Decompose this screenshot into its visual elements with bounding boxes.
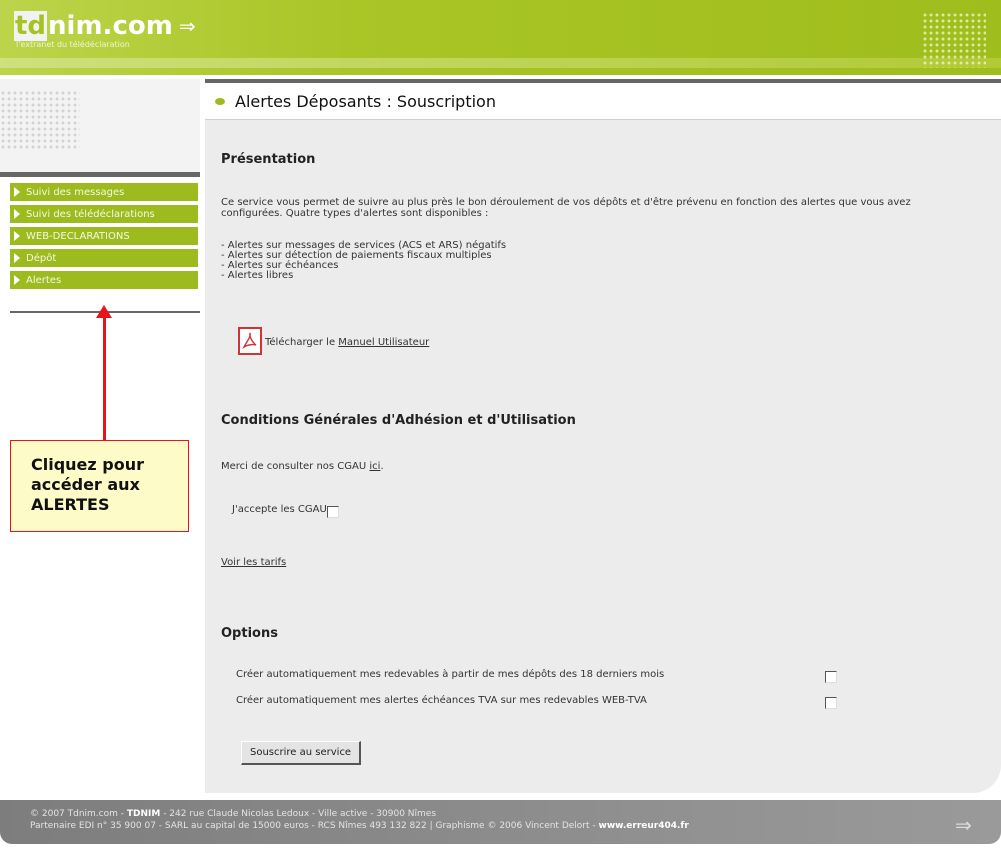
triangle-right-icon — [14, 275, 20, 285]
footer-line-1: © 2007 Tdnim.com - TDNIM - 242 rue Claud… — [30, 809, 436, 819]
footer-line-2: Partenaire EDI n° 35 900 07 - SARL au ca… — [30, 821, 689, 831]
options-heading: Options — [221, 626, 278, 641]
sidebar-item-label: Alertes — [26, 274, 62, 286]
cgau-text-suffix: . — [380, 461, 384, 472]
sidebar-item-suivi-messages[interactable]: Suivi des messages — [10, 183, 198, 201]
callout-line: ALERTES — [31, 495, 110, 514]
site-header: td nim.com ⇒ l'extranet du télédéclarati… — [0, 0, 1001, 75]
dotted-arrow-icon — [922, 12, 986, 68]
download-prefix: Télécharger le — [265, 337, 339, 348]
cgau-text: Merci de consulter nos CGAU ici. — [221, 461, 384, 472]
annotation-callout: Cliquez pour accéder aux ALERTES — [10, 440, 189, 532]
manual-link[interactable]: Manuel Utilisateur — [338, 337, 429, 348]
accept-cgau-label: J'accepte les CGAU — [232, 504, 327, 515]
subscribe-button[interactable]: Souscrire au service — [241, 741, 362, 765]
triangle-right-icon — [14, 187, 20, 197]
triangle-right-icon — [14, 253, 20, 263]
cgau-text-prefix: Merci de consulter nos CGAU — [221, 461, 370, 472]
site-footer: © 2007 Tdnim.com - TDNIM - 242 rue Claud… — [0, 800, 1001, 844]
option-label: Créer automatiquement mes redevables à p… — [236, 669, 665, 680]
bullet-icon — [215, 98, 225, 105]
main-content: Présentation Ce service vous permet de s… — [205, 120, 1001, 793]
presentation-heading: Présentation — [221, 152, 316, 167]
option-checkbox-tva[interactable] — [825, 697, 837, 709]
callout-line: accéder aux — [31, 475, 140, 494]
footer-credit-link[interactable]: www.erreur404.fr — [599, 821, 689, 831]
sidebar-item-suivi-teledeclarations[interactable]: Suivi des télédéclarations — [10, 205, 198, 223]
footer-text: Partenaire EDI n° 35 900 07 - SARL au ca… — [30, 821, 599, 831]
footer-text: - 242 rue Claude Nicolas Ledoux - Ville … — [160, 809, 437, 819]
cgau-link[interactable]: ici — [369, 461, 380, 472]
sidebar-item-label: Suivi des télédéclarations — [26, 208, 155, 220]
accept-cgau-checkbox[interactable] — [327, 506, 339, 518]
arrow-right-icon: ⇒ — [955, 813, 972, 837]
left-divider — [0, 172, 200, 177]
sidebar-item-label: WEB-DECLARATIONS — [26, 230, 130, 242]
list-item: - Alertes sur détection de paiements fis… — [221, 250, 492, 261]
presentation-paragraph: Ce service vous permet de suivre au plus… — [221, 197, 911, 219]
triangle-right-icon — [14, 231, 20, 241]
page-title-bar: Alertes Déposants : Souscription — [205, 83, 1001, 120]
dotted-arrow-icon — [0, 90, 80, 150]
sidebar-nav: Suivi des messages Suivi des télédéclara… — [10, 183, 198, 293]
list-item: - Alertes sur messages de services (ACS … — [221, 240, 507, 251]
sidebar-item-depot[interactable]: Dépôt — [10, 249, 198, 267]
arrow-up-icon — [96, 305, 112, 318]
footer-text: © 2007 Tdnim.com - — [30, 809, 127, 819]
sidebar-item-label: Dépôt — [26, 252, 57, 264]
alert-types-list: - Alertes sur messages de services (ACS … — [221, 240, 507, 281]
page-title: Alertes Déposants : Souscription — [235, 92, 496, 111]
pdf-icon[interactable] — [238, 327, 262, 355]
annotation-line — [103, 315, 106, 440]
logo-name: nim.com — [48, 11, 173, 41]
logo-arrow-icon: ⇒ — [178, 14, 196, 38]
triangle-right-icon — [14, 209, 20, 219]
callout-line: Cliquez pour — [31, 455, 145, 474]
sidebar-item-alertes[interactable]: Alertes — [10, 271, 198, 289]
list-item: - Alertes sur échéances — [221, 260, 339, 271]
sidebar-item-label: Suivi des messages — [26, 186, 125, 198]
logo-tagline: l'extranet du télédéclaration — [16, 40, 130, 49]
option-label: Créer automatiquement mes alertes échéan… — [236, 695, 647, 706]
download-manual: Télécharger le Manuel Utilisateur — [265, 337, 429, 348]
tarifs-link[interactable]: Voir les tarifs — [221, 557, 286, 568]
conditions-heading: Conditions Générales d'Adhésion et d'Uti… — [221, 413, 576, 428]
sidebar-item-web-declarations[interactable]: WEB-DECLARATIONS — [10, 227, 198, 245]
logo-td: td — [14, 11, 48, 41]
header-stripe — [0, 58, 1001, 68]
list-item: - Alertes libres — [221, 270, 294, 281]
footer-brand: TDNIM — [126, 809, 161, 819]
option-checkbox-redevables[interactable] — [825, 671, 837, 683]
